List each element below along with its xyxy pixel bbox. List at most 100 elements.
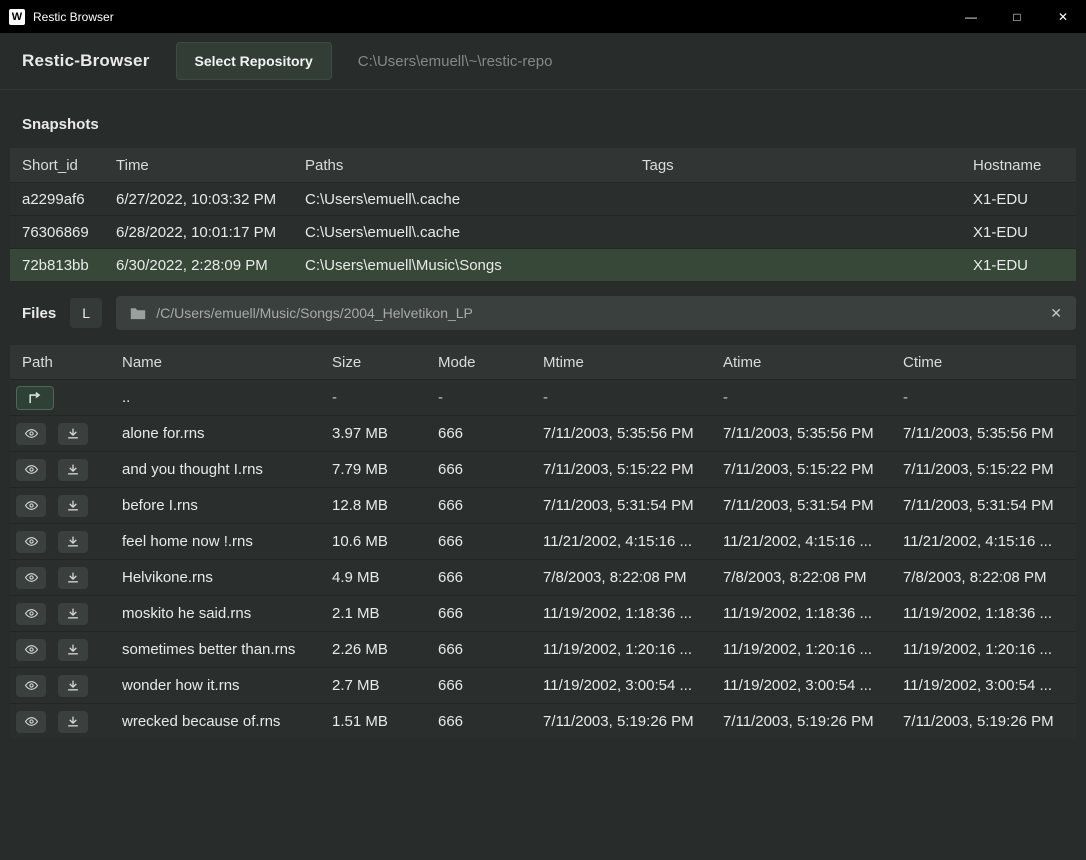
file-row: wonder how it.rns 2.7 MB 666 11/19/2002,… — [10, 667, 1076, 703]
minimize-button[interactable]: — — [948, 0, 994, 33]
preview-file-button[interactable] — [16, 675, 46, 697]
file-mtime: 11/19/2002, 3:00:54 ... — [531, 677, 711, 694]
window-controls: — □ ✕ — [948, 0, 1086, 33]
file-size: 7.79 MB — [320, 461, 426, 478]
eye-icon — [24, 715, 39, 728]
clear-path-button[interactable]: ✕ — [1050, 305, 1062, 322]
file-size: - — [320, 389, 426, 406]
file-mode: 666 — [426, 569, 531, 586]
drive-letter-button[interactable]: L — [70, 298, 102, 328]
col-ctime: Ctime — [891, 354, 1076, 371]
go-to-parent-button[interactable] — [16, 386, 54, 410]
file-atime: 7/11/2003, 5:15:22 PM — [711, 461, 891, 478]
file-name: sometimes better than.rns — [110, 641, 320, 658]
snapshot-short-id: a2299af6 — [10, 191, 104, 208]
snapshot-row[interactable]: 76306869 6/28/2022, 10:01:17 PM C:\Users… — [10, 215, 1076, 248]
file-name: and you thought I.rns — [110, 461, 320, 478]
snapshot-row[interactable]: a2299af6 6/27/2022, 10:03:32 PM C:\Users… — [10, 182, 1076, 215]
eye-icon — [24, 499, 39, 512]
col-mtime: Mtime — [531, 354, 711, 371]
preview-file-button[interactable] — [16, 459, 46, 481]
download-icon — [66, 499, 80, 512]
file-name: moskito he said.rns — [110, 605, 320, 622]
file-atime: 7/11/2003, 5:19:26 PM — [711, 713, 891, 730]
preview-file-button[interactable] — [16, 495, 46, 517]
file-name: alone for.rns — [110, 425, 320, 442]
snapshots-table-header: Short_id Time Paths Tags Hostname — [10, 148, 1076, 182]
snapshot-paths: C:\Users\emuell\.cache — [293, 191, 630, 208]
file-name: before I.rns — [110, 497, 320, 514]
preview-file-button[interactable] — [16, 423, 46, 445]
file-row: alone for.rns 3.97 MB 666 7/11/2003, 5:3… — [10, 415, 1076, 451]
download-file-button[interactable] — [58, 567, 88, 589]
col-paths: Paths — [293, 157, 630, 174]
snapshot-hostname: X1-EDU — [961, 257, 1076, 274]
col-hostname: Hostname — [961, 157, 1076, 174]
download-file-button[interactable] — [58, 423, 88, 445]
download-file-button[interactable] — [58, 711, 88, 733]
files-bar: Files L /C/Users/emuell/Music/Songs/2004… — [10, 296, 1076, 330]
preview-file-button[interactable] — [16, 603, 46, 625]
file-atime: 7/8/2003, 8:22:08 PM — [711, 569, 891, 586]
download-icon — [66, 463, 80, 476]
file-mode: 666 — [426, 533, 531, 550]
file-row: moskito he said.rns 2.1 MB 666 11/19/200… — [10, 595, 1076, 631]
download-icon — [66, 679, 80, 692]
snapshot-paths: C:\Users\emuell\Music\Songs — [293, 257, 630, 274]
col-tags: Tags — [630, 157, 961, 174]
download-icon — [66, 427, 80, 440]
download-file-button[interactable] — [58, 603, 88, 625]
file-ctime: 7/11/2003, 5:15:22 PM — [891, 461, 1076, 478]
repository-path: C:\Users\emuell\~\restic-repo — [358, 53, 553, 70]
snapshot-row-selected[interactable]: 72b813bb 6/30/2022, 2:28:09 PM C:\Users\… — [10, 248, 1076, 281]
preview-file-button[interactable] — [16, 531, 46, 553]
files-table-header: Path Name Size Mode Mtime Atime Ctime — [10, 345, 1076, 379]
file-row: sometimes better than.rns 2.26 MB 666 11… — [10, 631, 1076, 667]
download-icon — [66, 535, 80, 548]
preview-file-button[interactable] — [16, 567, 46, 589]
current-path-input[interactable]: /C/Users/emuell/Music/Songs/2004_Helveti… — [116, 296, 1076, 330]
download-icon — [66, 715, 80, 728]
file-ctime: - — [891, 389, 1076, 406]
file-atime: 11/19/2002, 1:18:36 ... — [711, 605, 891, 622]
maximize-button[interactable]: □ — [994, 0, 1040, 33]
download-file-button[interactable] — [58, 459, 88, 481]
file-mode: 666 — [426, 641, 531, 658]
eye-icon — [24, 427, 39, 440]
file-mtime: 11/21/2002, 4:15:16 ... — [531, 533, 711, 550]
snapshot-time: 6/28/2022, 10:01:17 PM — [104, 224, 293, 241]
file-mode: 666 — [426, 677, 531, 694]
file-size: 4.9 MB — [320, 569, 426, 586]
file-ctime: 11/19/2002, 1:20:16 ... — [891, 641, 1076, 658]
file-mode: 666 — [426, 461, 531, 478]
file-size: 2.1 MB — [320, 605, 426, 622]
download-file-button[interactable] — [58, 675, 88, 697]
folder-icon — [130, 307, 146, 320]
select-repository-button[interactable]: Select Repository — [176, 42, 332, 80]
file-name: .. — [110, 389, 320, 406]
eye-icon — [24, 679, 39, 692]
snapshot-time: 6/30/2022, 2:28:09 PM — [104, 257, 293, 274]
file-ctime: 7/8/2003, 8:22:08 PM — [891, 569, 1076, 586]
file-size: 10.6 MB — [320, 533, 426, 550]
file-ctime: 11/21/2002, 4:15:16 ... — [891, 533, 1076, 550]
preview-file-button[interactable] — [16, 711, 46, 733]
col-mode: Mode — [426, 354, 531, 371]
file-ctime: 11/19/2002, 3:00:54 ... — [891, 677, 1076, 694]
download-file-button[interactable] — [58, 495, 88, 517]
file-atime: 11/19/2002, 3:00:54 ... — [711, 677, 891, 694]
preview-file-button[interactable] — [16, 639, 46, 661]
file-size: 2.26 MB — [320, 641, 426, 658]
file-mode: 666 — [426, 425, 531, 442]
snapshots-heading: Snapshots — [0, 90, 1086, 148]
file-atime: 7/11/2003, 5:31:54 PM — [711, 497, 891, 514]
file-name: Helvikone.rns — [110, 569, 320, 586]
download-file-button[interactable] — [58, 639, 88, 661]
close-button[interactable]: ✕ — [1040, 0, 1086, 33]
col-atime: Atime — [711, 354, 891, 371]
download-icon — [66, 607, 80, 620]
file-mtime: 7/11/2003, 5:31:54 PM — [531, 497, 711, 514]
download-file-button[interactable] — [58, 531, 88, 553]
file-mtime: 11/19/2002, 1:18:36 ... — [531, 605, 711, 622]
snapshot-short-id: 72b813bb — [10, 257, 104, 274]
